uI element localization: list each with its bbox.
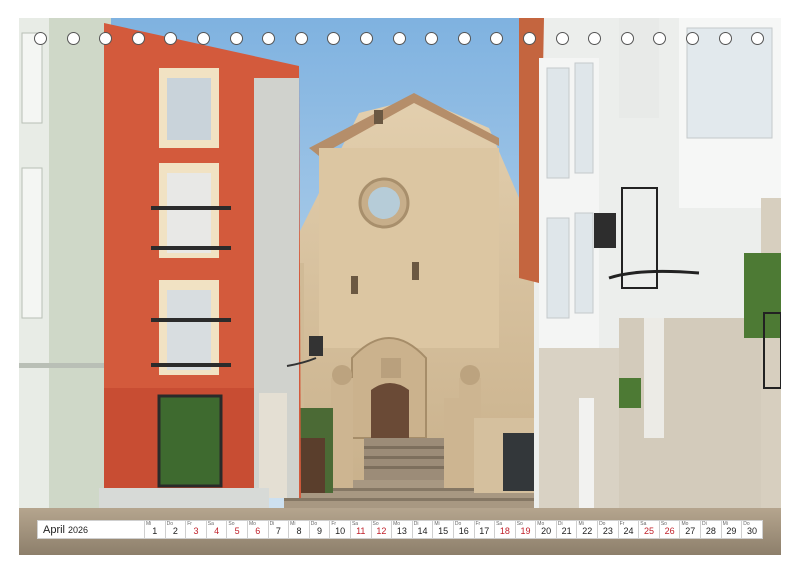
binding-ring (653, 32, 667, 45)
month-label: April 2026 (38, 521, 144, 538)
day-cell: Mi 8 (288, 521, 309, 538)
day-number: 17 (479, 526, 490, 536)
day-number: 6 (255, 526, 261, 536)
day-cell: Di 7 (267, 521, 289, 538)
day-cell: Fr 17 (473, 521, 495, 538)
day-cell: Sa 11 (349, 521, 371, 538)
binding-ring (262, 32, 276, 45)
day-cell: Mo 27 (679, 521, 700, 538)
binding-ring (555, 32, 569, 45)
day-cells: Mi 1 Do 2 Fr 3 Sa 4 So 5 Mo 6 Di 7 Mi 8 Do 9 Fr 10 Sa 11 So 12 M… (144, 521, 762, 538)
street-church-photo (19, 18, 781, 555)
binding-ring (751, 32, 765, 45)
day-cell: Fr 24 (617, 521, 639, 538)
day-cell: Di 14 (411, 521, 433, 538)
day-cell: Mi 29 (720, 521, 742, 538)
binding-ring (490, 32, 504, 45)
day-number: 25 (644, 526, 655, 536)
day-number: 19 (520, 526, 531, 536)
binding-rings (0, 32, 800, 52)
day-number: 4 (214, 526, 220, 536)
day-cell: So 12 (370, 521, 392, 538)
day-cell: Fr 3 (185, 521, 206, 538)
day-cell: Mo 6 (246, 521, 268, 538)
day-cell: Di 28 (700, 521, 721, 538)
day-cell: So 19 (514, 521, 536, 538)
left-mint-building (19, 18, 111, 508)
day-cell: Sa 25 (638, 521, 659, 538)
binding-ring (294, 32, 308, 45)
binding-ring (164, 32, 178, 45)
day-number: 5 (234, 526, 240, 536)
day-number: 27 (685, 526, 696, 536)
binding-ring (425, 32, 439, 45)
day-cell: Mo 20 (535, 521, 556, 538)
right-white-building (519, 18, 781, 555)
day-cell: Sa 4 (205, 521, 227, 538)
binding-ring (66, 32, 80, 45)
day-cell: Mi 1 (144, 521, 165, 538)
binding-ring (718, 32, 732, 45)
calendar-page: April 2026 Mi 1 Do 2 Fr 3 Sa 4 So 5 Mo 6 Di 7 Mi 8 Do 9 Fr… (0, 0, 800, 575)
red-building (99, 23, 301, 508)
binding-ring (197, 32, 210, 45)
calendar-photo (19, 18, 781, 555)
day-number: 26 (664, 526, 675, 536)
day-number: 15 (438, 526, 449, 536)
day-cell: Mi 15 (432, 521, 453, 538)
binding-ring (229, 32, 243, 45)
binding-ring (686, 32, 699, 45)
binding-ring (523, 32, 536, 45)
day-number: 20 (541, 526, 552, 536)
day-number: 8 (296, 526, 302, 536)
binding-ring (392, 32, 406, 45)
day-number: 24 (623, 526, 634, 536)
day-number: 22 (582, 526, 593, 536)
month-year: 2026 (68, 524, 89, 535)
day-number: 28 (705, 526, 716, 536)
day-number: 9 (317, 526, 323, 536)
day-number: 16 (458, 526, 469, 536)
day-cell: Do 2 (164, 521, 186, 538)
day-number: 11 (356, 526, 366, 536)
day-cell: Fr 10 (329, 521, 350, 538)
binding-ring (99, 32, 113, 45)
day-number: 14 (417, 526, 428, 536)
day-number: 3 (193, 526, 199, 536)
day-number: 2 (172, 526, 178, 536)
day-cell: Di 21 (555, 521, 577, 538)
day-number: 30 (747, 526, 758, 536)
calendar-strip: April 2026 Mi 1 Do 2 Fr 3 Sa 4 So 5 Mo 6 Di 7 Mi 8 Do 9 Fr… (37, 520, 763, 539)
binding-ring (327, 32, 341, 45)
binding-ring (131, 32, 145, 45)
day-number: 18 (499, 526, 510, 536)
day-cell: Sa 18 (494, 521, 515, 538)
day-number: 13 (396, 526, 407, 536)
day-cell: Mi 22 (576, 521, 597, 538)
binding-ring (34, 32, 47, 45)
day-cell: So 5 (226, 521, 247, 538)
day-number: 12 (376, 526, 387, 536)
binding-ring (360, 32, 373, 45)
month-name: April (43, 523, 66, 536)
day-number: 29 (726, 526, 737, 536)
day-cell: Do 30 (741, 521, 762, 538)
binding-ring (588, 32, 602, 45)
day-cell: Do 23 (597, 521, 618, 538)
day-cell: Do 16 (452, 521, 474, 538)
day-number: 7 (275, 526, 281, 536)
day-number: 21 (561, 526, 572, 536)
day-number: 1 (152, 526, 158, 536)
day-number: 23 (602, 526, 613, 536)
binding-ring (457, 32, 471, 45)
day-cell: Do 9 (308, 521, 330, 538)
day-cell: Mo 13 (391, 521, 412, 538)
day-number: 10 (335, 526, 346, 536)
day-cell: So 26 (658, 521, 680, 538)
binding-ring (620, 32, 634, 45)
